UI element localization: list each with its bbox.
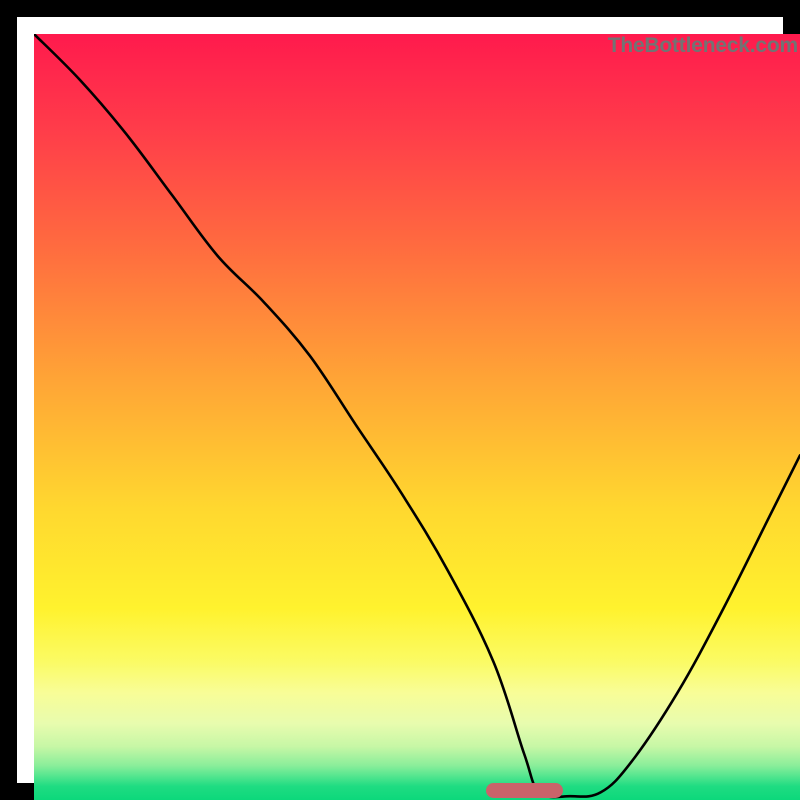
chart-frame: TheBottleneck.com [0,0,800,800]
curve-path [34,34,800,797]
plot-area: TheBottleneck.com [34,34,800,800]
watermark-text: TheBottleneck.com [608,34,798,58]
bottleneck-curve [34,34,800,800]
optimal-band-marker [486,783,563,798]
